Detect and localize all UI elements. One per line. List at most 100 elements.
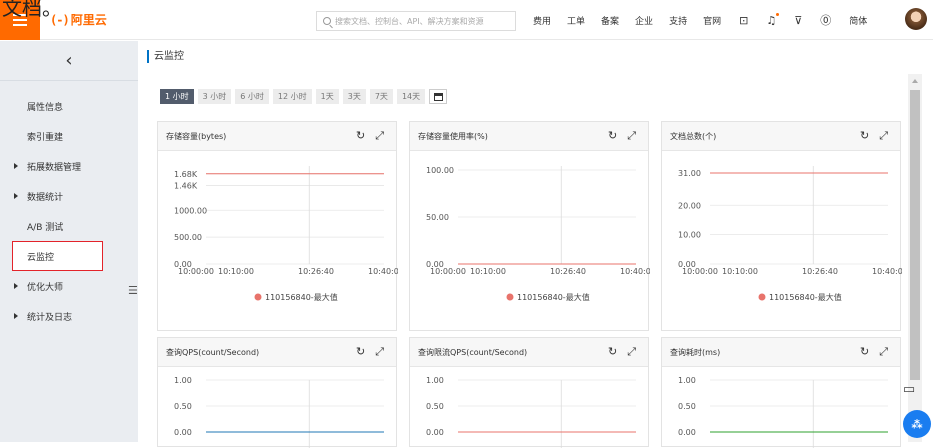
chart-plot: 1.00 0.50 0.00 (174, 376, 384, 448)
scrollbar-thumb[interactable] (910, 90, 920, 380)
nav-tickets[interactable]: 工单 (567, 14, 585, 27)
legend-marker (758, 293, 766, 301)
sidebar: ‹ 属性信息 索引重建 拓展数据管理 数据统计 A/B 测试 云监控 优化大师 … (0, 41, 138, 442)
logo-text: 阿里云 (70, 13, 107, 27)
main-content: 云监控 1 小时 3 小时 6 小时 12 小时 1天 3天 7天 14天 存储… (138, 41, 933, 448)
y-tick-label: 1.46K (174, 182, 198, 191)
expand-icon[interactable]: ⤢ (879, 345, 888, 359)
sidebar-item-data-stats[interactable]: 数据统计 (0, 181, 138, 211)
x-tick-label: 10:00:00 (682, 267, 718, 276)
expand-triangle-icon (14, 163, 18, 169)
refresh-icon[interactable]: ↻ (608, 345, 617, 359)
refresh-icon[interactable]: ↻ (860, 129, 869, 143)
assistant-floating-button[interactable]: ⁂ (903, 410, 931, 438)
legend-label: 110156840-最大值 (265, 292, 338, 302)
x-tick-label: 10:10:00 (470, 267, 506, 276)
chart-card: 查询耗时(ms) ↻ ⤢ 1.00 0.50 0.00 (661, 337, 901, 448)
chart-card: 存储容量使用率(%) ↻ ⤢ 100.00 50.00 0.00 10:00:00 10:10… (409, 121, 650, 331)
range-7d[interactable]: 7天 (369, 89, 393, 104)
range-12h[interactable]: 12 小时 (272, 89, 312, 104)
expand-triangle-icon (14, 313, 18, 319)
expand-icon[interactable]: ⤢ (375, 129, 384, 143)
refresh-icon[interactable]: ↻ (356, 345, 365, 359)
x-tick-label: 10:40:00 (620, 267, 650, 276)
chart-card: 文档总数(个) ↻ ⤢ 31.00 20.00 10.00 0.00 10:00:00 10:1… (661, 121, 902, 331)
chart-card: 查询限流QPS(count/Second) ↻ ⤢ 1.00 0.50 0.00 (409, 337, 649, 448)
refresh-icon[interactable]: ↻ (608, 129, 617, 143)
avatar[interactable] (905, 8, 927, 30)
x-tick-label: 10:00:00 (430, 267, 466, 276)
y-tick-label: 50.00 (426, 213, 449, 222)
collapse-sidebar-icon[interactable]: ‹ (0, 41, 138, 81)
page-title: 云监控 (147, 50, 184, 63)
terminal-icon[interactable]: ⊡ (739, 14, 748, 27)
chart-plot: 1.00 0.50 0.00 (678, 376, 888, 448)
range-1d[interactable]: 1天 (315, 89, 339, 104)
x-tick-label: 10:26:40 (298, 267, 334, 276)
expand-triangle-icon (14, 283, 18, 289)
caption-text: 文档。 (2, 0, 62, 20)
chart-plot: 1.00 0.50 0.00 (426, 376, 636, 448)
x-tick-label: 10:26:40 (802, 267, 838, 276)
x-tick-label: 10:10:00 (218, 267, 254, 276)
range-3h[interactable]: 3 小时 (197, 89, 232, 104)
x-tick-label: 10:10:00 (722, 267, 758, 276)
nav-official-site[interactable]: 官网 (703, 14, 721, 27)
help-icon[interactable]: ⓪ (820, 12, 831, 28)
sidebar-item-properties[interactable]: 属性信息 (0, 91, 138, 121)
search-placeholder: 搜索文档、控制台、API、解决方案和资源 (335, 16, 484, 26)
y-tick-label: 0.50 (426, 402, 444, 411)
y-tick-label: 1.00 (174, 376, 192, 385)
bell-icon[interactable]: ♫ (766, 12, 780, 27)
cart-icon[interactable]: ⊽ (794, 14, 802, 27)
nav-enterprise[interactable]: 企业 (635, 14, 653, 27)
legend-label: 110156840-最大值 (517, 292, 590, 302)
expand-icon[interactable]: ⤢ (627, 345, 636, 359)
chart-card: 存储容量(bytes) ↻ ⤢ 1.68K 1.46K 1000.00 500.00 0.00… (157, 121, 398, 331)
refresh-icon[interactable]: ↻ (356, 129, 365, 143)
y-tick-label: 1.68K (174, 170, 198, 179)
expand-triangle-icon (14, 193, 18, 199)
x-tick-label: 10:40:00 (872, 267, 902, 276)
sidebar-item-cloud-monitor[interactable]: 云监控 (12, 241, 103, 271)
sidebar-item-optimizer[interactable]: 优化大师 (0, 271, 138, 301)
chart-card: 查询QPS(count/Second) ↻ ⤢ 1.00 0.50 0.00 (157, 337, 397, 448)
legend-marker (506, 293, 514, 301)
sidebar-item-reindex[interactable]: 索引重建 (0, 121, 138, 151)
top-nav-links: 费用 工单 备案 企业 支持 官网 ⊡ ♫ ⊽ ⓪ 简体 (533, 0, 867, 40)
x-tick-label: 10:26:40 (550, 267, 586, 276)
legend-marker (254, 293, 262, 301)
sidebar-item-ab-test[interactable]: A/B 测试 (0, 211, 138, 241)
expand-icon[interactable]: ⤢ (879, 129, 888, 143)
y-tick-label: 20.00 (678, 201, 701, 210)
expand-icon[interactable]: ⤢ (627, 129, 636, 143)
search-input[interactable]: 搜索文档、控制台、API、解决方案和资源 (316, 11, 516, 31)
nav-support[interactable]: 支持 (669, 14, 687, 27)
nav-fees[interactable]: 费用 (533, 14, 551, 27)
sidebar-item-stats-logs[interactable]: 统计及日志 (0, 301, 138, 331)
y-tick-label: 500.00 (174, 233, 202, 242)
chart-plot: 31.0020.0010.000.0010:00:00 10:10:00 10:26… (678, 166, 902, 302)
range-6h[interactable]: 6 小时 (235, 89, 269, 104)
calendar-button[interactable] (429, 89, 448, 104)
refresh-icon[interactable]: ↻ (860, 345, 869, 359)
sidebar-item-extended-data[interactable]: 拓展数据管理 (0, 151, 138, 181)
y-tick-label: 0.00 (174, 428, 192, 437)
x-tick-label: 10:40:00 (368, 267, 398, 276)
scroll-up-icon[interactable] (912, 79, 918, 83)
sidebar-drag-handle-icon[interactable]: ☰ (128, 284, 138, 297)
legend-label: 110156840-最大值 (769, 292, 842, 302)
y-tick-label: 31.00 (678, 169, 701, 178)
expand-icon[interactable]: ⤢ (375, 345, 384, 359)
range-14d[interactable]: 14天 (396, 89, 426, 104)
search-icon (323, 17, 331, 25)
y-tick-label: 1000.00 (174, 206, 207, 215)
range-3d[interactable]: 3天 (342, 89, 366, 104)
nav-icp[interactable]: 备案 (601, 14, 619, 27)
y-tick-label: 10.00 (678, 231, 701, 240)
chart-plot: 1.68K1.46K1000.00500.000.0010:00:00 10:10… (174, 166, 398, 302)
y-tick-label: 100.00 (426, 166, 454, 175)
range-1h[interactable]: 1 小时 (160, 89, 194, 104)
feedback-chat-icon[interactable]: ▭ (898, 378, 920, 400)
language-switch[interactable]: 简体 (849, 14, 867, 27)
